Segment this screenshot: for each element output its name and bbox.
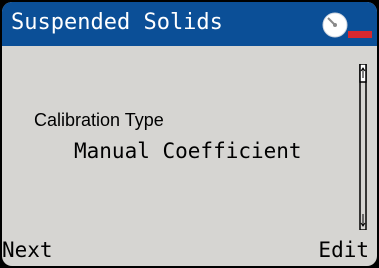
device-frame: Suspended Solids Calibration Type Manual…: [0, 0, 379, 268]
title-bar: Suspended Solids: [2, 2, 377, 46]
softkey-bar: Next Edit: [2, 234, 377, 266]
edit-softkey[interactable]: Edit: [318, 238, 369, 262]
scrollbar[interactable]: [356, 64, 370, 230]
timer-warning-icon: [322, 12, 372, 38]
page-title: Suspended Solids: [11, 10, 223, 35]
calibration-type-label: Calibration Type: [34, 110, 164, 130]
calibration-type-value[interactable]: Manual Coefficient: [74, 139, 302, 163]
next-softkey[interactable]: Next: [2, 238, 53, 262]
display-screen: Suspended Solids Calibration Type Manual…: [2, 2, 377, 266]
content-area: Calibration Type Manual Coefficient: [2, 46, 377, 234]
